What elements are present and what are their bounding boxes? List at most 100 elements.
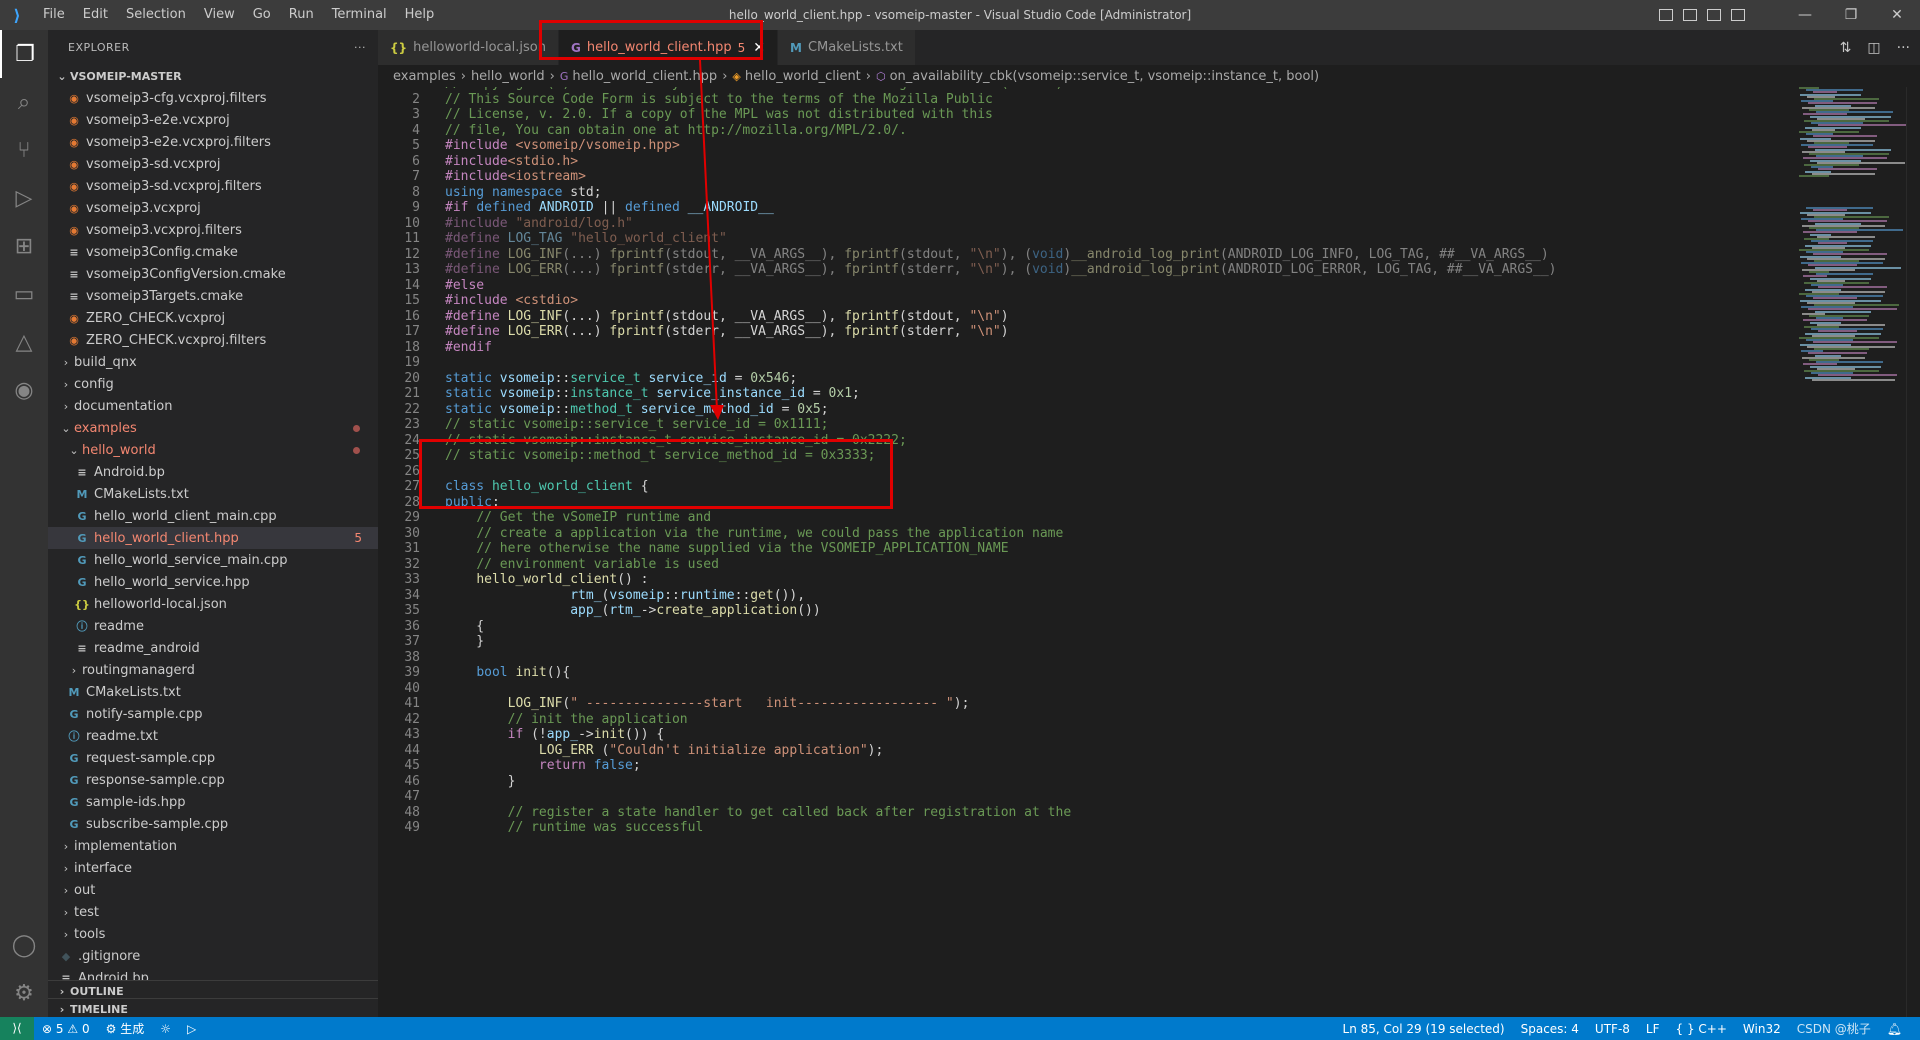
close-window-button[interactable]: ✕ bbox=[1874, 0, 1920, 30]
folder-item[interactable]: › tools bbox=[48, 923, 378, 945]
build-button[interactable]: ⚙ 生成 bbox=[98, 1020, 153, 1037]
info-file-icon: ⓘ bbox=[68, 730, 80, 743]
breadcrumb-item[interactable]: on_availability_cbk(vsomeip::service_t, … bbox=[890, 69, 1320, 84]
end-of-line[interactable]: LF bbox=[1638, 1022, 1668, 1036]
folder-item[interactable]: › build_qnx bbox=[48, 351, 378, 373]
file-item[interactable]: Grequest-sample.cpp bbox=[48, 747, 378, 769]
customize-layout-icon[interactable] bbox=[1731, 9, 1745, 21]
platform[interactable]: Win32 bbox=[1735, 1022, 1789, 1036]
file-item[interactable]: ≡ vsomeip3Targets.cmake bbox=[48, 285, 378, 307]
folder-item[interactable]: › interface bbox=[48, 857, 378, 879]
folder-item[interactable]: › test bbox=[48, 901, 378, 923]
folder-item[interactable]: › out bbox=[48, 879, 378, 901]
menu-go[interactable]: Go bbox=[244, 0, 280, 30]
cpp-file-icon: G bbox=[69, 817, 79, 831]
breadcrumb-item[interactable]: examples bbox=[393, 69, 456, 84]
file-item[interactable]: ◉ vsomeip3.vcxproj.filters bbox=[48, 219, 378, 241]
tab-helloworld-local-json[interactable]: {} helloworld-local.json bbox=[378, 30, 559, 65]
cursor-position[interactable]: Ln 85, Col 29 (19 selected) bbox=[1335, 1022, 1513, 1036]
file-item[interactable]: ⓘ readme.txt bbox=[48, 725, 378, 747]
run-debug-icon[interactable]: ▷ bbox=[0, 174, 48, 222]
file-item[interactable]: Gsubscribe-sample.cpp bbox=[48, 813, 378, 835]
file-item[interactable]: Ghello_world_client_main.cpp bbox=[48, 505, 378, 527]
toggle-sidebar-icon[interactable] bbox=[1659, 9, 1673, 21]
toggle-panel-icon[interactable] bbox=[1683, 9, 1697, 21]
menu-terminal[interactable]: Terminal bbox=[323, 0, 396, 30]
cmake-file-icon: M bbox=[790, 40, 802, 55]
file-item[interactable]: ⓘ readme bbox=[48, 615, 378, 637]
file-item[interactable]: M CMakeLists.txt bbox=[48, 681, 378, 703]
editor-scrollbar[interactable] bbox=[1906, 87, 1920, 1017]
file-item[interactable]: Gnotify-sample.cpp bbox=[48, 703, 378, 725]
file-item[interactable]: ◉ vsomeip3-sd.vcxproj.filters bbox=[48, 175, 378, 197]
gear-icon[interactable]: ⚙ bbox=[0, 969, 48, 1017]
minimap[interactable] bbox=[1795, 87, 1907, 1017]
file-item[interactable]: Gsample-ids.hpp bbox=[48, 791, 378, 813]
tab-cmakelists-txt[interactable]: M CMakeLists.txt bbox=[778, 30, 916, 65]
toggle-secondary-sidebar-icon[interactable] bbox=[1707, 9, 1721, 21]
menu-file[interactable]: File bbox=[34, 0, 74, 30]
maximize-button[interactable]: ❐ bbox=[1828, 0, 1874, 30]
file-item[interactable]: ≡ Android.bp bbox=[48, 461, 378, 483]
source-control-icon[interactable]: ⑂ bbox=[0, 126, 48, 174]
menu-help[interactable]: Help bbox=[396, 0, 444, 30]
extensions-icon[interactable]: ⊞ bbox=[0, 222, 48, 270]
remote-indicator[interactable]: ⟩⟨ bbox=[0, 1017, 34, 1040]
file-item[interactable]: ◉ vsomeip3.vcxproj bbox=[48, 197, 378, 219]
explorer-icon[interactable]: ❐ bbox=[0, 30, 48, 78]
minimize-button[interactable]: — bbox=[1782, 0, 1828, 30]
testing-icon[interactable]: △ bbox=[0, 318, 48, 366]
search-icon[interactable]: ⌕ bbox=[0, 78, 48, 126]
open-changes-icon[interactable]: ⇅ bbox=[1840, 40, 1852, 56]
method-symbol-icon: ⬡ bbox=[875, 69, 886, 83]
tree-item-label: hello_world_client.hpp bbox=[94, 530, 239, 546]
code-editor[interactable]: 1// Copyright (C) 2015-2017 Bayerische M… bbox=[378, 87, 1798, 1017]
file-item[interactable]: ◉ vsomeip3-sd.vcxproj bbox=[48, 153, 378, 175]
run-icon[interactable]: ▷ bbox=[179, 1022, 204, 1036]
file-item[interactable]: ≡ readme_android bbox=[48, 637, 378, 659]
python-icon[interactable]: ◉ bbox=[0, 366, 48, 414]
file-item[interactable]: ◉ vsomeip3-e2e.vcxproj.filters bbox=[48, 131, 378, 153]
file-item[interactable]: ◉ ZERO_CHECK.vcxproj bbox=[48, 307, 378, 329]
split-editor-icon[interactable]: ◫ bbox=[1867, 40, 1880, 56]
file-item[interactable]: ≡ vsomeip3Config.cmake bbox=[48, 241, 378, 263]
debug-icon[interactable]: ☼ bbox=[152, 1022, 179, 1036]
file-item[interactable]: ◉ vsomeip3-e2e.vcxproj bbox=[48, 109, 378, 131]
menu-run[interactable]: Run bbox=[280, 0, 323, 30]
file-item[interactable]: Gresponse-sample.cpp bbox=[48, 769, 378, 791]
problems-indicator[interactable]: ⊗ 5 ⚠ 0 bbox=[34, 1022, 98, 1036]
line-content: // runtime was successful bbox=[445, 818, 704, 837]
notifications-icon[interactable]: 🔔︎ bbox=[1879, 1022, 1910, 1036]
folder-item[interactable]: › routingmanagerd bbox=[48, 659, 378, 681]
file-item[interactable]: ◉ vsomeip3-cfg.vcxproj.filters bbox=[48, 87, 378, 109]
file-item[interactable]: ≡ vsomeip3ConfigVersion.cmake bbox=[48, 263, 378, 285]
breadcrumb-item[interactable]: hello_world_client bbox=[745, 69, 861, 84]
menu-selection[interactable]: Selection bbox=[117, 0, 195, 30]
timeline-section[interactable]: › TIMELINE bbox=[48, 998, 378, 1017]
file-item[interactable]: Ghello_world_service.hpp bbox=[48, 571, 378, 593]
encoding[interactable]: UTF-8 bbox=[1587, 1022, 1638, 1036]
file-item[interactable]: ◆ .gitignore bbox=[48, 945, 378, 967]
more-actions-button[interactable]: ··· bbox=[354, 41, 366, 54]
file-item[interactable]: M CMakeLists.txt bbox=[48, 483, 378, 505]
folder-item[interactable]: ⌄ hello_world bbox=[48, 439, 378, 461]
folder-item[interactable]: › documentation bbox=[48, 395, 378, 417]
indentation[interactable]: Spaces: 4 bbox=[1513, 1022, 1587, 1036]
account-icon[interactable]: ◯ bbox=[0, 921, 48, 969]
folder-item[interactable]: › implementation bbox=[48, 835, 378, 857]
problem-count-badge: 5 bbox=[354, 531, 362, 545]
remote-explorer-icon[interactable]: ▭ bbox=[0, 270, 48, 318]
folder-item[interactable]: ⌄ examples bbox=[48, 417, 378, 439]
file-item[interactable]: ◉ ZERO_CHECK.vcxproj.filters bbox=[48, 329, 378, 351]
more-icon[interactable]: ··· bbox=[1897, 40, 1910, 56]
file-item[interactable]: Ghello_world_service_main.cpp bbox=[48, 549, 378, 571]
menu-edit[interactable]: Edit bbox=[74, 0, 117, 30]
file-item[interactable]: {} helloworld-local.json bbox=[48, 593, 378, 615]
folder-item[interactable]: › config bbox=[48, 373, 378, 395]
menu-view[interactable]: View bbox=[195, 0, 244, 30]
breadcrumb-item[interactable]: hello_world_client.hpp bbox=[572, 69, 717, 84]
workspace-root[interactable]: ⌄ VSOMEIP-MASTER bbox=[48, 65, 378, 87]
language-mode[interactable]: { } C++ bbox=[1668, 1022, 1735, 1036]
breadcrumb-item[interactable]: hello_world bbox=[471, 69, 545, 84]
file-item[interactable]: Ghello_world_client.hpp 5 bbox=[48, 527, 378, 549]
